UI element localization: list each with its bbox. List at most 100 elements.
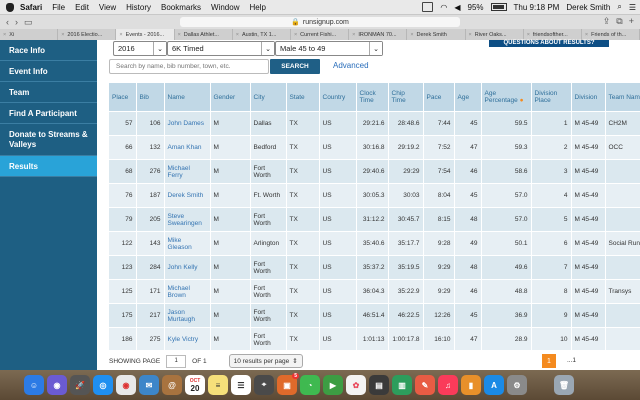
messages-icon[interactable]: ◔ — [300, 375, 320, 395]
facetime-icon[interactable]: ▶ — [323, 375, 343, 395]
screen-mirror-icon[interactable] — [422, 2, 434, 12]
close-icon[interactable]: × — [410, 32, 413, 38]
close-icon[interactable]: × — [352, 32, 355, 38]
table-row[interactable]: 125 171 Michael Brown M Fort Worth TX US 36:04.… — [109, 279, 640, 304]
browser-tab[interactable]: × Xi — [0, 29, 59, 40]
menu-window[interactable]: Window — [211, 3, 239, 12]
menu-file[interactable]: File — [52, 3, 65, 12]
close-icon[interactable]: × — [61, 32, 64, 38]
close-icon[interactable]: × — [119, 32, 122, 38]
ibooks-icon[interactable]: ▮ — [461, 375, 481, 395]
user-name[interactable]: Derek Smith — [566, 3, 610, 12]
battery-icon[interactable] — [490, 3, 507, 11]
menu-view[interactable]: View — [99, 3, 116, 12]
column-header[interactable]: Age — [454, 83, 482, 112]
table-row[interactable]: 122 143 Mike Gleason M Arlington TX US 35:40.6 3… — [109, 231, 640, 256]
browser-tab[interactable]: × Current Fishi... — [291, 29, 350, 40]
browser-tab[interactable]: × Austin, TX 1... — [233, 29, 291, 40]
table-cell[interactable]: Aman Khan — [164, 135, 211, 160]
photo-booth-icon[interactable]: ▣ 5 — [277, 373, 299, 395]
finder-icon[interactable]: ☺ — [24, 375, 44, 395]
sidebar-item-event-info[interactable]: Event Info — [0, 61, 97, 82]
mail-icon[interactable]: ✉ — [139, 375, 159, 395]
search-button[interactable]: SEARCH — [270, 59, 320, 74]
column-header[interactable]: Clock Time — [356, 83, 389, 112]
table-row[interactable]: 76 187 Derek Smith M Ft. Worth TX US 30:05.3 30:… — [109, 183, 640, 208]
column-header[interactable]: Division — [571, 83, 606, 112]
table-cell[interactable]: Jason Murtaugh — [164, 303, 211, 328]
share-icon[interactable]: ⇪ — [603, 16, 611, 27]
app-store-icon[interactable]: A — [484, 375, 504, 395]
photos-icon[interactable]: ✿ — [346, 375, 366, 395]
column-header[interactable]: Bib — [136, 83, 165, 112]
clock[interactable]: Thu 9:18 PM — [514, 3, 560, 12]
keynote-icon[interactable]: ▤ — [369, 375, 389, 395]
chrome-icon[interactable]: ◉ — [116, 375, 136, 395]
table-row[interactable]: 79 205 Steve Swearingen M Fort Worth TX US 31:1… — [109, 207, 640, 232]
column-header[interactable]: Team Name — [605, 83, 640, 112]
info-icon[interactable]: ● — [520, 97, 524, 104]
table-row[interactable]: 175 217 Jason Murtaugh M Fort Worth TX US 46:51… — [109, 303, 640, 328]
page-1-button[interactable]: 1 — [542, 354, 556, 368]
close-icon[interactable]: × — [178, 32, 181, 38]
launchpad-icon[interactable]: 🚀 — [70, 375, 90, 395]
table-row[interactable]: 66 132 Aman Khan M Bedford TX US 30:16.8 29:19.2… — [109, 135, 640, 160]
sidebar-toggle-icon[interactable]: ▭ — [24, 17, 33, 28]
questions-about-results-button[interactable]: QUESTIONS ABOUT RESULTS? — [489, 40, 609, 47]
page-more-link[interactable]: ...1 — [567, 357, 576, 364]
address-bar[interactable]: 🔒 runsignup.com — [180, 17, 460, 27]
pages-icon[interactable]: ✎ — [415, 375, 435, 395]
numbers-icon[interactable]: ▥ — [392, 375, 412, 395]
calendar-icon[interactable]: OCT 20 — [185, 375, 205, 395]
tabs-overview-icon[interactable]: ⧉ — [616, 16, 622, 27]
menu-history[interactable]: History — [126, 3, 151, 12]
close-icon[interactable]: × — [469, 32, 472, 38]
advanced-search-link[interactable]: Advanced — [333, 61, 369, 70]
browser-tab[interactable]: × IRONMAN 70... — [349, 29, 408, 40]
column-header[interactable]: Age Percentage ● — [481, 83, 532, 112]
table-row[interactable]: 123 284 John Kelly M Fort Worth TX US 35:37.2 35… — [109, 255, 640, 280]
browser-tab-active[interactable]: × Events - 2016... — [116, 29, 175, 40]
siri-icon[interactable]: ◉ — [47, 375, 67, 395]
maps-icon[interactable]: ⌖ — [254, 375, 274, 395]
spotlight-icon[interactable]: ⌕ — [617, 2, 621, 12]
column-header[interactable]: Name — [164, 83, 211, 112]
column-header[interactable]: Place — [109, 83, 137, 112]
page-number-input[interactable]: 1 — [166, 354, 187, 368]
system-preferences-icon[interactable]: ⚙ — [507, 375, 527, 395]
table-cell[interactable]: Michael Ferry — [164, 159, 211, 184]
menu-help[interactable]: Help — [249, 3, 265, 12]
itunes-icon[interactable]: ♫ — [438, 375, 458, 395]
sidebar-item-results[interactable]: Results — [0, 156, 97, 177]
year-select[interactable]: 2016 ⌄ — [113, 41, 167, 56]
trash-icon[interactable]: 🗑 — [554, 375, 574, 395]
column-header[interactable]: City — [250, 83, 287, 112]
table-row[interactable]: 68 276 Michael Ferry M Fort Worth TX US 29:40.6… — [109, 159, 640, 184]
safari-icon[interactable]: ◎ — [93, 375, 113, 395]
table-row[interactable]: 57 106 John Dames M Dallas TX US 29:21.6 28:48.6… — [109, 111, 640, 136]
column-header[interactable]: Country — [319, 83, 357, 112]
back-icon[interactable]: ‹ — [6, 17, 9, 27]
browser-tab[interactable]: × 2016 Electio... — [58, 29, 117, 40]
table-cell[interactable]: Derek Smith — [164, 183, 211, 208]
menu-safari[interactable]: Safari — [20, 3, 42, 12]
close-icon[interactable]: × — [236, 32, 239, 38]
column-header[interactable]: Division Place — [531, 83, 572, 112]
volume-icon[interactable]: ◀ — [454, 3, 460, 12]
close-icon[interactable]: × — [294, 32, 297, 38]
table-cell[interactable]: Steve Swearingen — [164, 207, 211, 232]
browser-tab[interactable]: × Friends of th... — [582, 29, 640, 40]
sidebar-item-donate[interactable]: Donate to Streams & Valleys — [0, 124, 97, 156]
event-select[interactable]: 6K Timed ⌄ — [167, 41, 275, 56]
close-icon[interactable]: × — [585, 32, 588, 38]
browser-tab[interactable]: × friendsofther... — [524, 29, 582, 40]
table-cell[interactable]: Kyle Victry — [164, 327, 211, 350]
sidebar-item-team[interactable]: Team — [0, 82, 97, 103]
reminders-icon[interactable]: ☰ — [231, 375, 251, 395]
search-input[interactable] — [109, 59, 269, 74]
column-header[interactable]: State — [286, 83, 320, 112]
browser-tab[interactable]: × River Oaks... — [466, 29, 524, 40]
column-header[interactable]: Chip Time — [388, 83, 424, 112]
sidebar-item-race-info[interactable]: Race Info — [0, 40, 97, 61]
sidebar-item-find-participant[interactable]: Find A Participant — [0, 103, 97, 124]
